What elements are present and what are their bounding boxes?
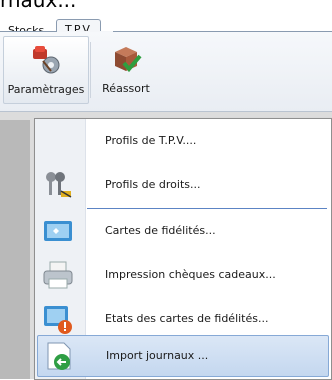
- menu-item-label: Impression chèques cadeaux...: [105, 268, 276, 281]
- menu-item-label: Cartes de fidélités...: [105, 224, 216, 237]
- card-icon: [44, 221, 72, 241]
- import-icon: [47, 342, 71, 370]
- menu-item-impression-cheques[interactable]: Impression chèques cadeaux...: [35, 253, 331, 297]
- menu-item-import-journaux[interactable]: Import journaux ...: [37, 335, 329, 377]
- ribbon-panel: Paramètrages Réassort: [0, 32, 332, 112]
- menu-item-label: Profils de droits...: [105, 178, 201, 191]
- keys-icon: [46, 172, 72, 198]
- menu-item-label: Import journaux ...: [106, 349, 209, 362]
- parametrages-button[interactable]: Paramètrages: [3, 36, 89, 104]
- menu-item-label: Profils de T.P.V....: [105, 134, 197, 147]
- tpv-dropdown-menu: Profils de T.P.V.... Profils de droits..…: [34, 118, 332, 380]
- reassort-button[interactable]: Réassort: [95, 36, 157, 102]
- settings-icon: [33, 46, 60, 74]
- parametrages-label: Paramètrages: [7, 83, 85, 96]
- ribbon-separator: [90, 42, 91, 98]
- workspace-left-panel: [0, 120, 30, 379]
- menu-item-profils-droits[interactable]: Profils de droits...: [35, 163, 331, 207]
- printer-icon: [43, 261, 73, 289]
- card-report-icon: [44, 306, 72, 334]
- menu-item-cartes-fidelites[interactable]: Cartes de fidélités...: [35, 209, 331, 253]
- reassort-label: Réassort: [102, 82, 150, 95]
- restock-icon: [115, 47, 142, 73]
- menu-item-profils-tpv[interactable]: Profils de T.P.V....: [35, 119, 331, 163]
